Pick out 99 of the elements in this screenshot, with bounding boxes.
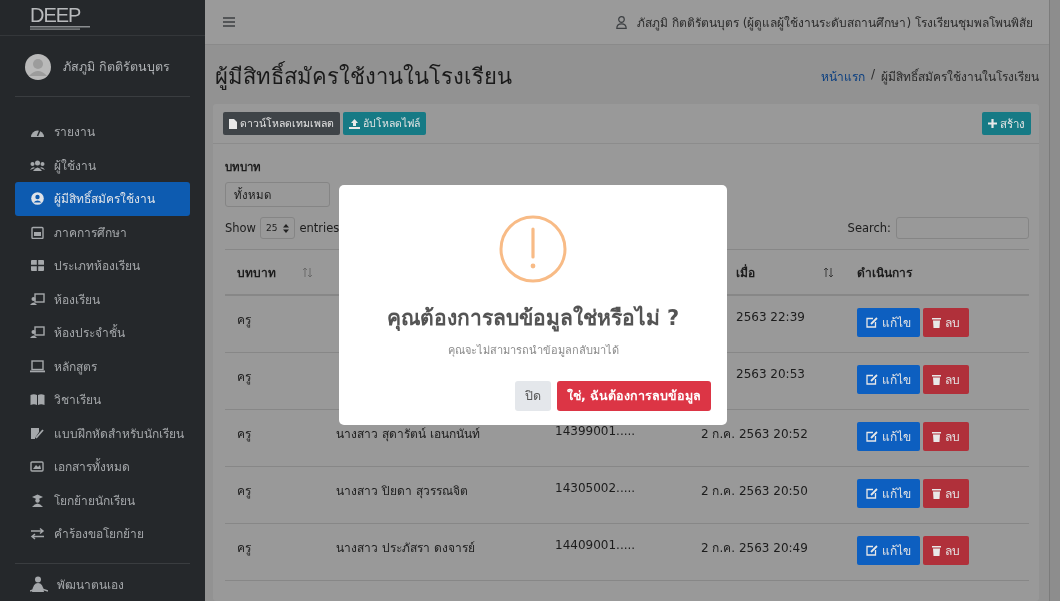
laptop-icon bbox=[30, 359, 45, 373]
user-circle-icon bbox=[30, 192, 45, 206]
date-cell: 2563 20:53 bbox=[736, 367, 805, 381]
role-cell-text: ครู bbox=[237, 540, 251, 557]
plus-icon bbox=[988, 119, 997, 128]
date-cell-text: 2 ก.ค. 2563 20:52 bbox=[701, 426, 808, 443]
date-cell: 2563 22:39 bbox=[736, 310, 805, 324]
trash-icon bbox=[932, 431, 941, 442]
id-cell: 14409001..... bbox=[555, 538, 636, 552]
role-cell-text: ครู bbox=[237, 369, 251, 386]
role-select[interactable]: ทั้งหมด bbox=[225, 182, 330, 207]
column-header[interactable]: เมื่อ bbox=[736, 262, 755, 282]
edit-button[interactable]: แก้ไข bbox=[857, 422, 920, 451]
delete-button[interactable]: ลบ bbox=[923, 479, 969, 508]
edit-button[interactable]: แก้ไข bbox=[857, 536, 920, 565]
logo[interactable]: DEEP bbox=[30, 5, 90, 30]
graduate-icon bbox=[30, 493, 45, 507]
sidebar-item[interactable]: รายงาน bbox=[15, 115, 190, 149]
edit-icon bbox=[866, 374, 878, 385]
trash-icon bbox=[932, 374, 941, 385]
sidebar-item[interactable]: พัฒนาตนเอง bbox=[15, 567, 190, 601]
edit-button[interactable]: แก้ไข bbox=[857, 365, 920, 394]
download-template-button[interactable]: ดาวน์โหลดเทมเพลต bbox=[223, 112, 340, 135]
scrollbar[interactable] bbox=[1049, 0, 1060, 601]
warning-icon bbox=[499, 215, 567, 283]
sidebar-item[interactable]: เอกสารทั้งหมด bbox=[15, 450, 190, 484]
sidebar-item[interactable]: ผู้มีสิทธิ์สมัครใช้งาน bbox=[15, 182, 190, 216]
sidebar-item[interactable]: โยกย้ายนักเรียน bbox=[15, 483, 190, 517]
sidebar-item[interactable]: ประเภทห้องเรียน bbox=[15, 249, 190, 283]
sidebar-item[interactable]: ห้องเรียน bbox=[15, 282, 190, 316]
avatar-icon bbox=[25, 54, 51, 80]
id-cell: 14399001..... bbox=[555, 424, 636, 438]
delete-button[interactable]: ลบ bbox=[923, 365, 969, 394]
presenter-icon bbox=[30, 292, 45, 306]
edit-button[interactable]: แก้ไข bbox=[857, 479, 920, 508]
close-button[interactable]: ปิด bbox=[514, 381, 551, 411]
name-cell-text: นางสาว ประภัสรา ดงจารย์ bbox=[336, 540, 475, 557]
sort-icon[interactable] bbox=[824, 267, 833, 277]
search-label: Search: bbox=[847, 221, 891, 235]
updown-caret-icon bbox=[283, 223, 290, 233]
users-icon bbox=[30, 158, 45, 172]
delete-button[interactable]: ลบ bbox=[923, 422, 969, 451]
logo-text: DEEP bbox=[30, 5, 82, 25]
page-length-select[interactable]: 25 bbox=[260, 217, 296, 239]
filter-label: บทบาท bbox=[225, 159, 262, 176]
sidebar-item[interactable]: ผู้ใช้งาน bbox=[15, 148, 190, 182]
calendar-icon bbox=[30, 225, 45, 239]
role-cell-text: ครู bbox=[237, 483, 251, 500]
name-cell-text: นางสาว สุดารัตน์ เอนกนันท์ bbox=[336, 426, 480, 443]
user-name[interactable]: ภัสภูมิ กิตติรัตนบุตร bbox=[63, 57, 170, 77]
name-cell-text: นางสาว ปิยดา สุวรรณจิต bbox=[336, 483, 468, 500]
document-icon bbox=[229, 118, 237, 129]
edit-icon bbox=[866, 545, 878, 556]
sidebar-item[interactable]: แบบฝึกหัดสำหรับนักเรียน bbox=[15, 416, 190, 450]
edit-icon bbox=[866, 431, 878, 442]
date-cell-text: 2 ก.ค. 2563 20:49 bbox=[701, 540, 808, 557]
book-icon bbox=[30, 393, 45, 407]
dialog-message: คุณจะไม่สามารถนำข้อมูลกลับมาได้ bbox=[447, 343, 619, 359]
breadcrumb-separator: / bbox=[870, 67, 875, 83]
user-icon bbox=[616, 15, 628, 29]
delete-button[interactable]: ลบ bbox=[923, 308, 969, 337]
dialog-title: คุณต้องการลบข้อมูลใช่หรือไม่ ? bbox=[386, 304, 680, 334]
grid-icon bbox=[30, 259, 45, 273]
user-role-text[interactable]: ภัสภูมิ กิตติรัตนบุตร (ผู้ดูแลผู้ใช้งานระดับสถานศึกษา) โรงเรียนชุมพลโพนพิสัย bbox=[637, 12, 1033, 32]
edit-icon bbox=[866, 317, 878, 328]
edit-document-icon bbox=[30, 426, 45, 440]
sidebar-item[interactable]: ภาคการศึกษา bbox=[15, 215, 190, 249]
sidebar-item[interactable]: คำร้องขอโยกย้าย bbox=[15, 517, 190, 551]
date-cell-text: 2 ก.ค. 2563 20:50 bbox=[701, 483, 808, 500]
column-header[interactable]: บทบาท bbox=[237, 262, 276, 282]
breadcrumb-link[interactable]: หน้าแรก bbox=[820, 67, 865, 86]
edit-icon bbox=[866, 488, 878, 499]
column-header[interactable]: ดำเนินการ bbox=[857, 262, 912, 282]
show-label: Show bbox=[225, 221, 257, 235]
breadcrumb-current: ผู้มีสิทธิ์สมัครใช้งานในโรงเรียน bbox=[881, 67, 1039, 86]
sidebar-item[interactable]: วิชาเรียน bbox=[15, 383, 190, 417]
confirm-delete-button[interactable]: ใช่, ฉันต้องการลบข้อมูล bbox=[556, 381, 711, 411]
id-cell: 14305002..... bbox=[555, 481, 636, 495]
entries-label: entries bbox=[299, 221, 340, 235]
role-cell-text: ครู bbox=[237, 426, 251, 443]
delete-button[interactable]: ลบ bbox=[923, 536, 969, 565]
trash-icon bbox=[932, 488, 941, 499]
trash-icon bbox=[932, 545, 941, 556]
sidebar-item[interactable]: ห้องประจำชั้น bbox=[15, 316, 190, 350]
create-button[interactable]: สร้าง bbox=[982, 112, 1031, 135]
role-cell-text: ครู bbox=[237, 312, 251, 329]
presenter-icon bbox=[30, 326, 45, 340]
upload-icon bbox=[349, 118, 360, 129]
edit-button[interactable]: แก้ไข bbox=[857, 308, 920, 337]
menu-icon[interactable] bbox=[223, 17, 235, 27]
logo-subtitle-icon bbox=[30, 26, 90, 30]
swap-arrows-icon bbox=[30, 527, 45, 541]
trash-icon bbox=[932, 317, 941, 328]
page-title: ผู้มีสิทธิ์สมัครใช้งานในโรงเรียน bbox=[215, 59, 512, 94]
person-reading-icon bbox=[30, 575, 48, 593]
upload-file-button[interactable]: อัปโหลดไฟล์ bbox=[343, 112, 426, 135]
images-icon bbox=[30, 460, 45, 474]
sidebar-item[interactable]: หลักสูตร bbox=[15, 349, 190, 383]
sort-icon[interactable] bbox=[303, 267, 312, 277]
